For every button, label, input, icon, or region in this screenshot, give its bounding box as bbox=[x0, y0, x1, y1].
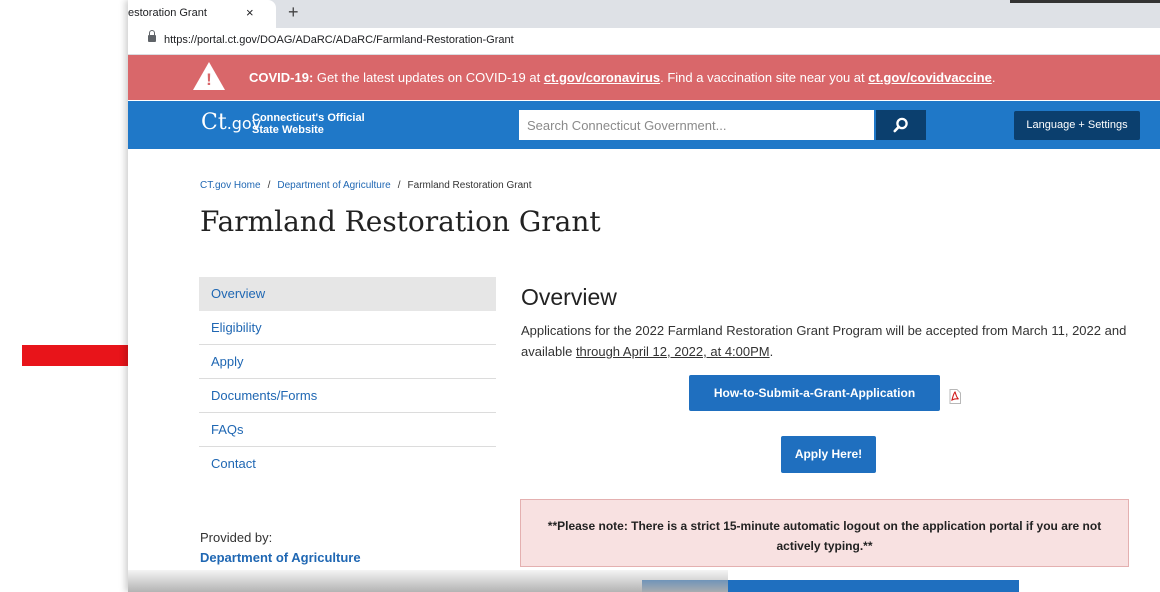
covid-alert-banner: ! COVID-19: Get the latest updates on CO… bbox=[128, 55, 1160, 100]
new-tab-icon[interactable]: + bbox=[288, 2, 299, 23]
browser-tab[interactable]: estoration Grant × bbox=[128, 0, 276, 28]
alert-text-part: . Find a vaccination site near you at bbox=[660, 70, 869, 85]
sidebar-item-eligibility[interactable]: Eligibility bbox=[199, 311, 496, 345]
language-settings-button[interactable]: Language + Settings bbox=[1014, 111, 1140, 140]
covidvaccine-link[interactable]: ct.gov/covidvaccine bbox=[868, 70, 992, 85]
department-of-agriculture-link[interactable]: Department of Agriculture bbox=[200, 550, 361, 565]
breadcrumb: CT.gov Home / Department of Agriculture / Fa… bbox=[200, 180, 531, 191]
sidebar-item-overview[interactable]: Overview bbox=[199, 277, 496, 311]
sidebar-item-faqs[interactable]: FAQs bbox=[199, 413, 496, 447]
side-navigation: Overview Eligibility Apply Documents/For… bbox=[199, 277, 496, 481]
how-to-submit-button[interactable]: How-to-Submit-a-Grant-Application bbox=[689, 375, 940, 411]
warning-exclamation: ! bbox=[206, 70, 212, 89]
sidebar-item-documents-forms[interactable]: Documents/Forms bbox=[199, 379, 496, 413]
paragraph-end: . bbox=[769, 344, 774, 359]
deadline-text: through April 12, 2022, at 4:00PM bbox=[575, 344, 770, 359]
site-tagline: Connecticut's Official State Website bbox=[252, 112, 365, 136]
section-heading: Overview bbox=[521, 284, 617, 310]
alert-text-part: . bbox=[991, 70, 996, 85]
sidebar-item-contact[interactable]: Contact bbox=[199, 447, 496, 481]
tab-bar: estoration Grant × + bbox=[128, 0, 1160, 28]
window-shadow bbox=[128, 570, 728, 592]
breadcrumb-dept-link[interactable]: Department of Agriculture bbox=[277, 180, 390, 191]
overview-paragraph: Applications for the 2022 Farmland Resto… bbox=[521, 320, 1146, 362]
close-tab-icon[interactable]: × bbox=[246, 5, 254, 20]
search-input[interactable] bbox=[519, 110, 874, 140]
search-icon bbox=[893, 117, 908, 133]
apply-here-button[interactable]: Apply Here! bbox=[781, 436, 876, 473]
window-edge bbox=[1010, 0, 1160, 3]
logout-notice: **Please note: There is a strict 15-minu… bbox=[520, 499, 1129, 567]
breadcrumb-current: Farmland Restoration Grant bbox=[407, 180, 532, 191]
coronavirus-link[interactable]: ct.gov/coronavirus bbox=[544, 70, 660, 85]
page-title: Farmland Restoration Grant bbox=[200, 205, 601, 238]
search-button[interactable] bbox=[876, 110, 926, 140]
logo-ct: Ct bbox=[201, 110, 227, 135]
breadcrumb-home-link[interactable]: CT.gov Home bbox=[200, 180, 261, 191]
browser-window: estoration Grant × + https://portal.ct.g… bbox=[128, 0, 1160, 592]
pdf-icon[interactable] bbox=[949, 389, 961, 404]
site-header: Ct.gov Connecticut's Official State Webs… bbox=[128, 101, 1160, 149]
lock-icon bbox=[148, 30, 156, 42]
url-text[interactable]: https://portal.ct.gov/DOAG/ADaRC/ADaRC/F… bbox=[164, 34, 514, 46]
tagline-line1: Connecticut's Official bbox=[252, 112, 365, 124]
breadcrumb-separator: / bbox=[267, 180, 271, 191]
alert-label: COVID-19: bbox=[249, 70, 314, 85]
provided-by-label: Provided by: bbox=[200, 530, 273, 545]
address-bar[interactable]: https://portal.ct.gov/DOAG/ADaRC/ADaRC/F… bbox=[128, 28, 1160, 55]
breadcrumb-separator: / bbox=[397, 180, 401, 191]
tab-title: estoration Grant bbox=[128, 7, 207, 19]
sidebar-item-apply[interactable]: Apply bbox=[199, 345, 496, 379]
alert-text-part: Get the latest updates on COVID-19 at bbox=[313, 70, 544, 85]
alert-text: COVID-19: Get the latest updates on COVI… bbox=[249, 70, 995, 85]
tagline-line2: State Website bbox=[252, 124, 324, 136]
